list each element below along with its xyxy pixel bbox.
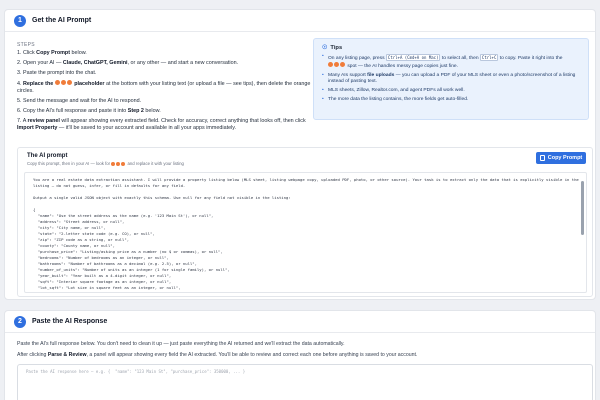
tips-title: Tips [330, 44, 343, 51]
prompt-box: The AI prompt Copy this prompt, then in … [17, 147, 593, 297]
step1-number-badge: 1 [14, 14, 26, 27]
tip-item-3: MLS sheets, Zillow, Realtor.com, and age… [322, 88, 580, 95]
copy-prompt-button[interactable]: Copy Prompt [536, 152, 586, 164]
step-item-1: 1. Click Copy Prompt below. [17, 50, 87, 56]
copy-prompt-label: Copy Prompt [547, 155, 583, 161]
shortcut-key: Ctrl+C [479, 54, 499, 61]
prompt-title: The AI prompt [27, 153, 68, 159]
copy-icon [539, 155, 545, 161]
step-item-2: 2. Open your AI — Claude, ChatGPT, Gemin… [17, 60, 239, 66]
step2-number-badge: 2 [14, 315, 26, 328]
lightbulb-icon: ☉ [322, 45, 328, 51]
tip-item-4: The more data the listing contains, the … [322, 97, 580, 104]
step2-instructions: Paste the AI's full response below. You … [17, 341, 345, 347]
steps-label: STEPS [17, 42, 35, 48]
prompt-text-area[interactable]: You are a real estate data extraction as… [24, 172, 587, 293]
placeholder-dots-icon [111, 161, 126, 167]
step1-title: Get the AI Prompt [32, 17, 92, 24]
tip-item-2: Many AIs support file uploads — you can … [322, 73, 580, 86]
prompt-header: The AI prompt Copy this prompt, then in … [27, 153, 184, 167]
tip-item-1: On any listing page, press Ctrl+A (Cmd+A… [322, 54, 580, 70]
step1-card: 1 Get the AI Prompt STEPS 1. Click Copy … [4, 9, 596, 300]
step2-review-note: After clicking Parse & Review, a panel w… [17, 352, 418, 358]
prompt-text: You are a real estate data extraction as… [33, 177, 579, 292]
step-item-3: 3. Paste the prompt into the chat. [17, 70, 97, 76]
prompt-subtitle: Copy this prompt, then in your AI — look… [27, 161, 184, 167]
step-item-7: 7. A review panel will appear showing ev… [17, 117, 306, 131]
prompt-scrollbar[interactable] [581, 181, 584, 235]
step2-header: 2 Paste the AI Response [5, 311, 595, 333]
placeholder-dots-icon [328, 62, 346, 69]
step-item-6: 6. Copy the AI's full response and paste… [17, 107, 161, 114]
step-item-4: 4. Replace the placeholder at the bottom… [17, 80, 311, 94]
placeholder-dots-icon [54, 80, 73, 87]
steps-list: 1. Click Copy Prompt below. 2. Open your… [17, 50, 317, 135]
tips-panel: ☉ Tips On any listing page, press Ctrl+A… [313, 38, 589, 120]
step2-card: 2 Paste the AI Response Paste the AI's f… [4, 310, 596, 400]
step2-title: Paste the AI Response [32, 318, 108, 325]
shortcut-key: Ctrl+A (Cmd+A on Mac) [385, 54, 441, 61]
tips-header: ☉ Tips [322, 44, 580, 52]
step1-header: 1 Get the AI Prompt [5, 10, 595, 32]
ai-response-input[interactable] [17, 364, 593, 400]
step-item-5: 5. Send the message and wait for the AI … [17, 97, 142, 104]
tips-list: On any listing page, press Ctrl+A (Cmd+A… [322, 54, 580, 103]
